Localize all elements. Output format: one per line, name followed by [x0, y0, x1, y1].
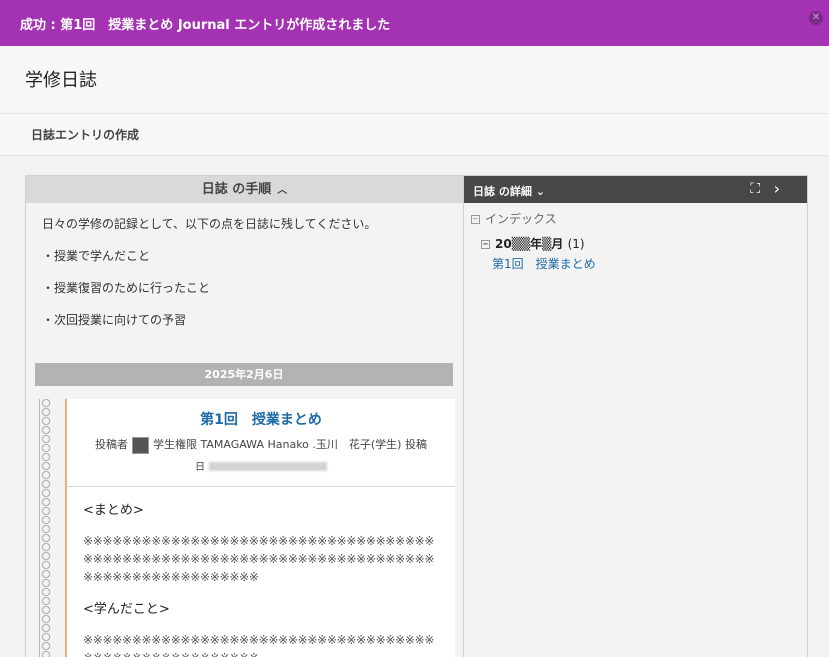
instructions-toggle[interactable]: 日誌 の手順 ︿ [26, 176, 463, 203]
entry-date-header: 2025年2月6日 [35, 363, 453, 386]
index-label: インデックス [485, 212, 557, 226]
author-name: 学生権限 TAMAGAWA Hanako .玉川 花子(学生) [153, 438, 401, 451]
page-subtitle: 日誌エントリの作成 [31, 126, 139, 143]
collapse-icon[interactable]: − [481, 240, 490, 249]
section-text: ※※※※※※※※※※※※※※※※※※※※※※※※※※※※※※※※※※※※※※※※… [83, 532, 441, 586]
page-title: 学修日誌 [25, 66, 97, 92]
month-label: 20▒▒年▒月 [495, 237, 563, 251]
success-banner: 成功 : 第1回 授業まとめ Journal エントリが作成されました ✕ [0, 0, 829, 46]
section-heading: <学んだこと> [83, 598, 441, 617]
entry-title[interactable]: 第1回 授業まとめ [67, 409, 455, 429]
entry-paper: 第1回 授業まとめ 投稿者 学生権限 TAMAGAWA Hanako .玉川 花子… [65, 399, 455, 657]
chevron-down-icon: ⌄ [536, 185, 545, 198]
journal-entry: 第1回 授業まとめ 投稿者 学生権限 TAMAGAWA Hanako .玉川 花子… [35, 399, 453, 657]
entry-body: <まとめ> ※※※※※※※※※※※※※※※※※※※※※※※※※※※※※※※※※※… [67, 499, 455, 657]
avatar [132, 437, 149, 454]
instructions-intro: 日々の学修の記録として、以下の点を日誌に残してください。 [42, 215, 463, 232]
index-tree: −インデックス −20▒▒年▒月 (1) 第1回 授業まとめ [464, 203, 807, 272]
redacted-date [209, 462, 327, 471]
index-node: −インデックス [471, 210, 807, 227]
entry-link[interactable]: 第1回 授業まとめ [492, 255, 807, 272]
section-heading: <まとめ> [83, 499, 441, 518]
journal-container: 日誌 の手順 ︿ 日々の学修の記録として、以下の点を日誌に残してください。 ・授業… [25, 175, 808, 657]
posted-date-prefix: 日 [195, 462, 205, 473]
details-panel: 日誌 の詳細 ⌄ ⛶ › −インデックス −20▒▒年▒月 (1) 第1回 授業… [464, 176, 807, 657]
entry-author-line: 投稿者 学生権限 TAMAGAWA Hanako .玉川 花子(学生) 投稿 [67, 436, 455, 454]
author-prefix: 投稿者 [95, 438, 128, 451]
instruction-item: ・授業で学んだこと [42, 247, 463, 264]
details-header: 日誌 の詳細 ⌄ ⛶ › [464, 176, 807, 203]
section-text: ※※※※※※※※※※※※※※※※※※※※※※※※※※※※※※※※※※※※※※※※… [83, 631, 441, 657]
success-message: 成功 : 第1回 授業まとめ Journal エントリが作成されました [20, 14, 390, 33]
posted-label: 投稿 [405, 438, 427, 451]
instruction-item: ・授業復習のために行ったこと [42, 279, 463, 296]
instructions-body: 日々の学修の記録として、以下の点を日誌に残してください。 ・授業で学んだこと ・… [26, 203, 463, 328]
entry-posted-date: 日 [67, 458, 455, 473]
expand-icon[interactable]: ⛶ [750, 181, 760, 197]
details-header-label: 日誌 の詳細 [473, 185, 532, 198]
divider [67, 486, 455, 487]
chevron-right-icon[interactable]: › [774, 179, 780, 198]
month-node: −20▒▒年▒月 (1) [481, 235, 807, 252]
instructions-panel: 日誌 の手順 ︿ 日々の学修の記録として、以下の点を日誌に残してください。 ・授業… [26, 176, 464, 657]
notebook-spiral [35, 399, 61, 657]
instructions-header-label: 日誌 の手順 [202, 182, 272, 197]
month-count: (1) [568, 237, 585, 251]
page-header: 学修日誌 日誌エントリの作成 [0, 46, 829, 156]
divider [0, 113, 829, 114]
instruction-item: ・次回授業に向けての予習 [42, 311, 463, 328]
details-dropdown[interactable]: 日誌 の詳細 ⌄ [473, 183, 545, 199]
close-icon[interactable]: ✕ [809, 11, 823, 25]
collapse-icon[interactable]: − [471, 215, 480, 224]
chevron-up-icon: ︿ [277, 177, 287, 204]
divider [0, 155, 829, 156]
